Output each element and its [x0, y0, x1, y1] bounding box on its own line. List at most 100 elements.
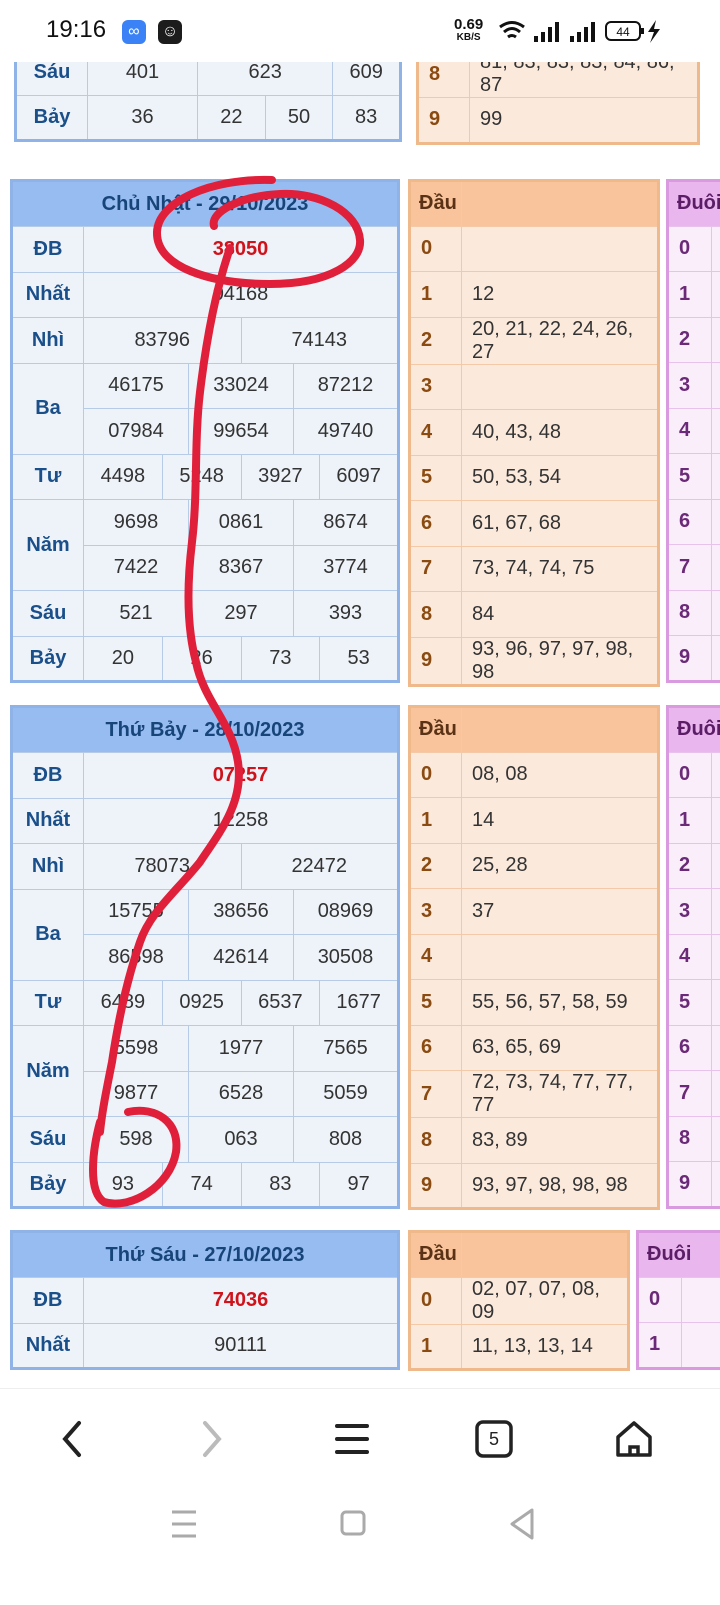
row-label: Ba [12, 889, 84, 980]
prize-number: 74 [162, 1162, 241, 1208]
dau-header: Đầu [410, 707, 462, 753]
svg-text:44: 44 [616, 25, 630, 39]
duoi-values [682, 1323, 720, 1369]
prize-number: 53 [320, 636, 399, 682]
duoi-digit: 7 [668, 545, 712, 591]
row-label: Bảy [12, 1162, 84, 1208]
duoi-digit: 1 [668, 798, 712, 844]
duoi-digit: 1 [638, 1323, 682, 1369]
row-label: Tư [12, 454, 84, 500]
duoi-digit: 8 [668, 1116, 712, 1162]
duoi-digit: 0 [668, 752, 712, 798]
duoi-values [712, 980, 720, 1026]
prize-number: 83796 [84, 318, 242, 364]
home-system-button[interactable] [342, 1512, 364, 1534]
dau-digit: 0 [410, 752, 462, 798]
recents-button[interactable] [172, 1512, 196, 1536]
dau-values: 20, 21, 22, 24, 26, 27 [462, 317, 659, 364]
duoi-values [712, 363, 720, 409]
page-content[interactable]: Sáu 401 623 609 Bảy 36 22 50 83 881, 83,… [0, 62, 720, 1388]
dau-table: Đầu008, 08114225, 283374555, 56, 57, 58,… [408, 705, 660, 1210]
row-label: Sáu [12, 591, 84, 637]
dau-digit: 7 [410, 1071, 462, 1118]
duoi-digit: 6 [668, 1025, 712, 1071]
dau-values: 99 [470, 98, 699, 144]
dau-digit: 0 [410, 226, 462, 272]
prize-number: 15755 [84, 889, 189, 935]
prize-number: 83 [241, 1162, 320, 1208]
dau-digit: 2 [410, 317, 462, 364]
dau-digit: 7 [410, 546, 462, 592]
duoi-digit: 5 [668, 980, 712, 1026]
prize-number: 9877 [84, 1071, 189, 1117]
duoi-values [712, 843, 720, 889]
prize-number: 49740 [294, 409, 399, 455]
dau-values: 84 [462, 592, 659, 638]
dau-values: 37 [462, 889, 659, 935]
duoi-values [712, 752, 720, 798]
duoi-digit: 3 [668, 889, 712, 935]
back-button[interactable] [42, 1409, 102, 1469]
dau-digit: 6 [410, 1025, 462, 1071]
dau-digit: 9 [410, 1163, 462, 1209]
duoi-values [712, 934, 720, 980]
duoi-values [712, 1162, 720, 1208]
prize-number: 8674 [294, 500, 399, 546]
prize-number: 9698 [84, 500, 189, 546]
dau-values: 02, 07, 07, 08, 09 [462, 1277, 629, 1324]
prize-number: 36 [88, 95, 198, 141]
prize-number: 20 [84, 636, 163, 682]
prize-number: 04168 [84, 272, 399, 318]
duoi-digit: 1 [668, 272, 712, 318]
dau-digit: 0 [410, 1277, 462, 1324]
results-table-partial: Sáu 401 623 609 Bảy 36 22 50 83 [14, 62, 402, 142]
prize-number: 90111 [84, 1323, 399, 1369]
dau-values: 81, 83, 83, 83, 84, 86, 87 [470, 62, 699, 98]
row-label: ĐB [12, 1278, 84, 1324]
menu-button[interactable] [322, 1409, 382, 1469]
prize-number: 7422 [84, 545, 189, 591]
dau-digit: 3 [410, 364, 462, 410]
duoi-digit: 4 [668, 934, 712, 980]
prize-number: 3774 [294, 545, 399, 591]
results-table: Chủ Nhật - 29/10/2023 ĐB38050 Nhất04168 … [10, 179, 400, 683]
prize-number: 0925 [162, 980, 241, 1026]
duoi-values [712, 408, 720, 454]
duoi-table: Đuôi0123456789 [666, 179, 720, 683]
prize-number: 99654 [189, 409, 294, 455]
back-system-button[interactable] [512, 1510, 532, 1538]
dau-values: 11, 13, 13, 14 [462, 1324, 629, 1370]
status-time: 19:16 [46, 16, 106, 44]
duoi-values [712, 590, 720, 636]
duoi-values [712, 1071, 720, 1117]
dau-values: 72, 73, 74, 77, 77, 77 [462, 1071, 659, 1118]
duoi-digit: 0 [638, 1277, 682, 1323]
network-speed: 0.69KB/S [454, 18, 483, 44]
tabs-button[interactable]: 5 [464, 1409, 524, 1469]
row-label: Sáu [16, 62, 88, 95]
signal-icon [534, 22, 595, 42]
home-button[interactable] [604, 1409, 664, 1469]
wifi-icon [500, 23, 524, 38]
row-label: Nhất [12, 1323, 84, 1369]
duoi-digit: 0 [668, 226, 712, 272]
prize-number: 4498 [84, 454, 163, 500]
dau-values [462, 364, 659, 410]
prize-number: 74143 [241, 318, 399, 364]
duoi-digit: 2 [668, 317, 712, 363]
row-label: Sáu [12, 1117, 84, 1163]
row-label: Tư [12, 980, 84, 1026]
forward-button[interactable] [182, 1409, 242, 1469]
duoi-table: Đuôi0123456789 [666, 705, 720, 1209]
dau-values: 83, 89 [462, 1118, 659, 1164]
home-icon [614, 1419, 654, 1459]
dau-header: Đầu [410, 1232, 462, 1278]
prize-number: 12258 [84, 798, 399, 844]
duoi-table-thu-sau: Đuôi 0 1 [636, 1230, 720, 1370]
tab-count: 5 [489, 1429, 499, 1450]
prize-number: 30508 [294, 935, 399, 981]
prize-number: 623 [198, 62, 333, 95]
prize-number: 33024 [189, 363, 294, 409]
duoi-values [712, 499, 720, 545]
duoi-digit: 6 [668, 499, 712, 545]
